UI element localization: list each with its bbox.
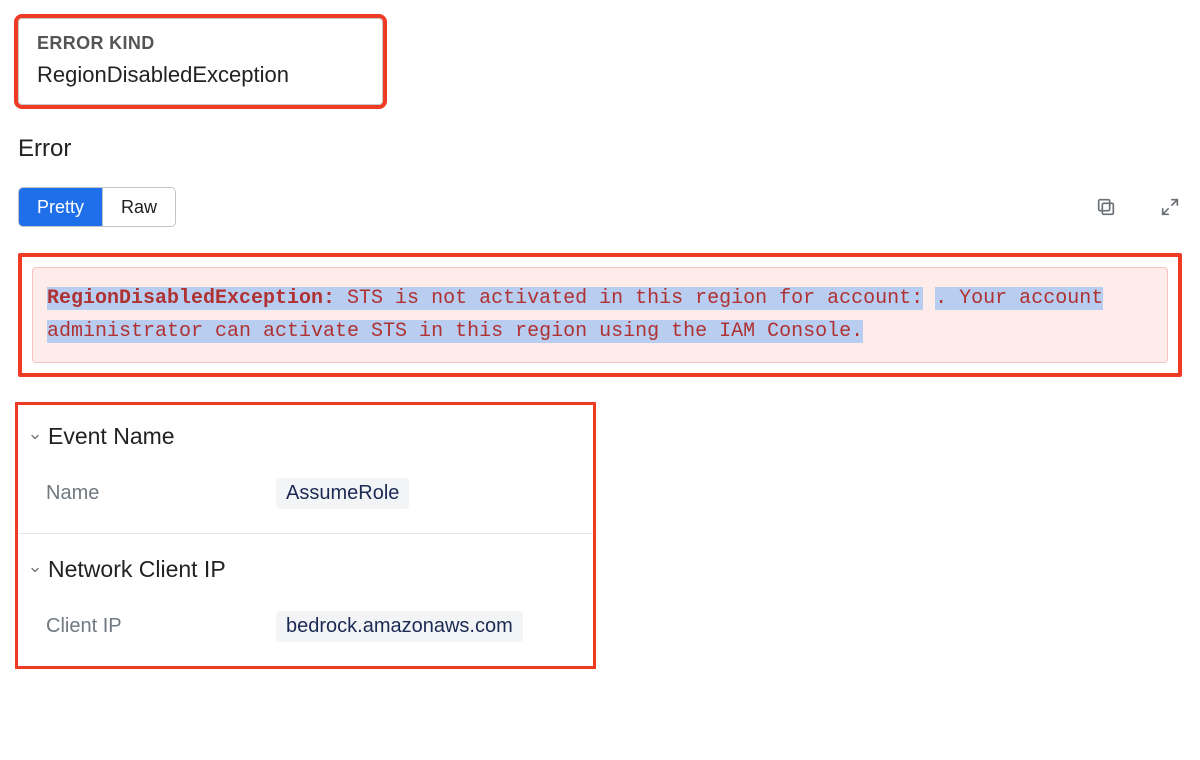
detail-value: bedrock.amazonaws.com — [276, 611, 523, 642]
tab-raw[interactable]: Raw — [102, 188, 175, 226]
chevron-down-icon — [28, 563, 42, 577]
error-heading: Error — [18, 135, 1182, 163]
detail-value: AssumeRole — [276, 478, 409, 509]
section-event-name: Event Name Name AssumeRole — [18, 413, 593, 513]
detail-key: Name — [46, 482, 276, 505]
divider — [18, 533, 593, 534]
detail-row: Client IP bedrock.amazonaws.com — [28, 611, 575, 642]
copy-icon[interactable] — [1094, 195, 1118, 219]
detail-key: Client IP — [46, 615, 276, 638]
error-message-highlight: RegionDisabledException: STS is not acti… — [18, 253, 1182, 377]
error-exception-name: RegionDisabledException: — [47, 287, 335, 310]
section-title: Network Client IP — [48, 556, 226, 583]
section-header-network-client-ip[interactable]: Network Client IP — [28, 556, 575, 583]
details-panel: Event Name Name AssumeRole Network Clien… — [18, 405, 593, 666]
error-account-gap — [923, 287, 935, 310]
tab-pretty[interactable]: Pretty — [19, 188, 102, 226]
section-network-client-ip: Network Client IP Client IP bedrock.amaz… — [18, 546, 593, 646]
chevron-down-icon — [28, 430, 42, 444]
view-mode-toggle: Pretty Raw — [18, 187, 176, 227]
detail-row: Name AssumeRole — [28, 478, 575, 509]
error-kind-label: ERROR KIND — [37, 33, 362, 54]
error-kind-card: ERROR KIND RegionDisabledException — [18, 18, 383, 105]
expand-icon[interactable] — [1158, 195, 1182, 219]
error-kind-value: RegionDisabledException — [37, 62, 362, 88]
error-viewer-toolbar: Pretty Raw — [18, 187, 1182, 227]
section-title: Event Name — [48, 423, 175, 450]
error-message: RegionDisabledException: STS is not acti… — [32, 267, 1168, 363]
section-header-event-name[interactable]: Event Name — [28, 423, 575, 450]
error-body-1: STS is not activated in this region for … — [335, 287, 923, 310]
